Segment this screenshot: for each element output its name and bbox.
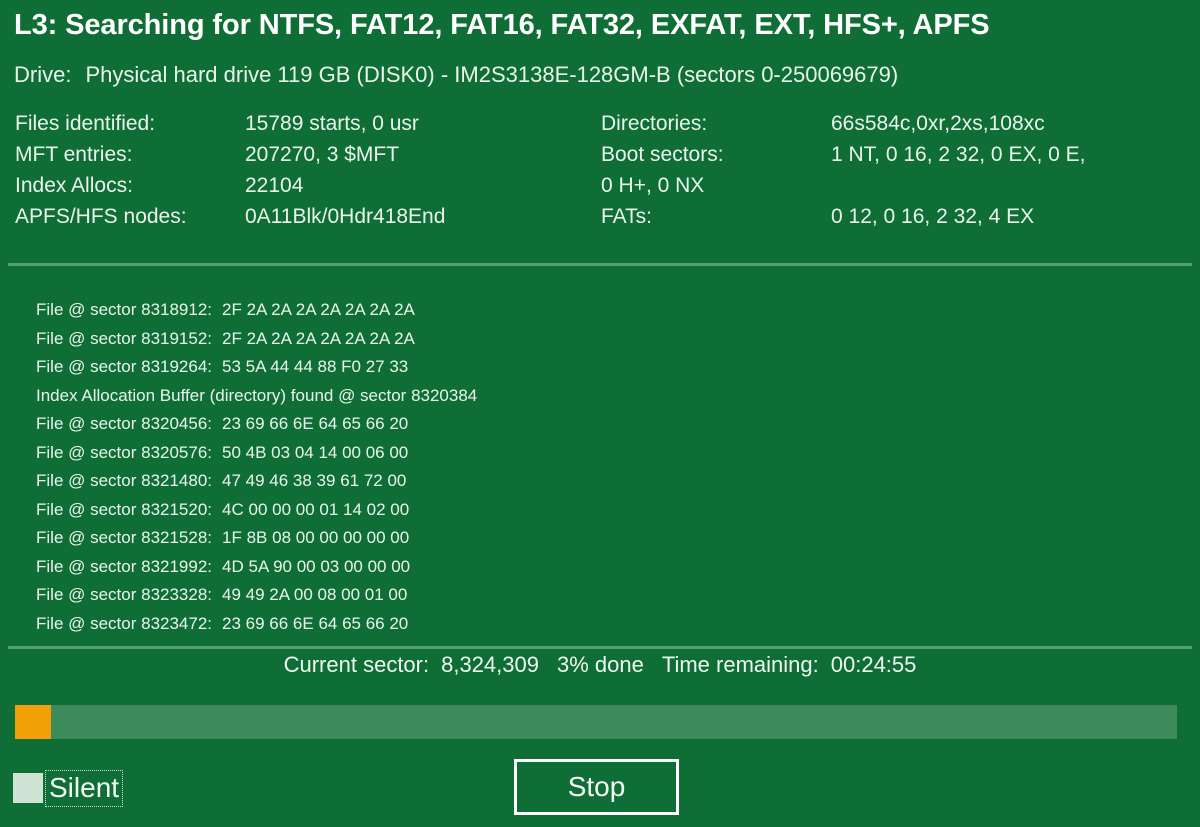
log-line: File @ sector 8320576:50 4B 03 04 14 00 … bbox=[36, 439, 1176, 468]
stat-value-index-allocs: 22104 bbox=[245, 170, 595, 201]
log-line-bytes: 23 69 66 6E 64 65 66 20 bbox=[212, 614, 408, 633]
checkbox-box-icon[interactable] bbox=[13, 773, 43, 803]
log-line-bytes: 53 5A 44 44 88 F0 27 33 bbox=[212, 357, 408, 376]
log-line-prefix: File @ sector 8321520: bbox=[36, 500, 212, 519]
log-line-prefix: File @ sector 8321992: bbox=[36, 557, 212, 576]
stat-label-mft-entries: MFT entries: bbox=[15, 139, 245, 170]
log-line-prefix: File @ sector 8319152: bbox=[36, 329, 212, 348]
progress-bar bbox=[15, 705, 1177, 739]
log-line: File @ sector 8321992:4D 5A 90 00 03 00 … bbox=[36, 553, 1176, 582]
log-line-bytes: 4C 00 00 00 01 14 02 00 bbox=[212, 500, 409, 519]
stat-value-boot-sectors-continued: 0 H+, 0 NX bbox=[601, 170, 704, 201]
log-line-prefix: File @ sector 8318912: bbox=[36, 300, 212, 319]
stat-label-fats: FATs: bbox=[601, 201, 831, 232]
log-line: File @ sector 8319264:53 5A 44 44 88 F0 … bbox=[36, 353, 1176, 382]
log-line-prefix: File @ sector 8321480: bbox=[36, 471, 212, 490]
stat-row-directories: Directories: 66s584c,0xr,2xs,108xc bbox=[601, 108, 1191, 139]
statistics-right-column: Directories: 66s584c,0xr,2xs,108xc Boot … bbox=[601, 108, 1191, 232]
log-line-prefix: File @ sector 8321528: bbox=[36, 528, 212, 547]
log-line-bytes: 4D 5A 90 00 03 00 00 00 bbox=[212, 557, 410, 576]
stat-value-boot-sectors: 1 NT, 0 16, 2 32, 0 EX, 0 E, bbox=[831, 139, 1191, 170]
log-line: File @ sector 8321480:47 49 46 38 39 61 … bbox=[36, 467, 1176, 496]
drive-value: Physical hard drive 119 GB (DISK0) - IM2… bbox=[71, 62, 898, 88]
log-line: File @ sector 8323472:23 69 66 6E 64 65 … bbox=[36, 610, 1176, 639]
status-current-sector-label: Current sector: bbox=[284, 652, 430, 678]
log-line-prefix: Index Allocation Buffer (directory) foun… bbox=[36, 386, 477, 405]
stop-button[interactable]: Stop bbox=[514, 759, 679, 815]
stat-label-directories: Directories: bbox=[601, 108, 831, 139]
status-percent-done: 3% done bbox=[539, 652, 644, 678]
log-line-bytes: 2F 2A 2A 2A 2A 2A 2A 2A bbox=[212, 300, 415, 319]
log-line-prefix: File @ sector 8320456: bbox=[36, 414, 212, 433]
stat-row-index-allocs: Index Allocs: 22104 bbox=[15, 170, 595, 201]
page-title: L3: Searching for NTFS, FAT12, FAT16, FA… bbox=[14, 9, 989, 42]
log-line-prefix: File @ sector 8320576: bbox=[36, 443, 212, 462]
stat-row-files-identified: Files identified: 15789 starts, 0 usr bbox=[15, 108, 595, 139]
log-line: File @ sector 8320456:23 69 66 6E 64 65 … bbox=[36, 410, 1176, 439]
log-line-bytes: 50 4B 03 04 14 00 06 00 bbox=[212, 443, 408, 462]
status-time-remaining-value: 00:24:55 bbox=[819, 652, 917, 678]
log-line: File @ sector 8319152:2F 2A 2A 2A 2A 2A … bbox=[36, 325, 1176, 354]
stat-label-index-allocs: Index Allocs: bbox=[15, 170, 245, 201]
log-line: File @ sector 8318912:2F 2A 2A 2A 2A 2A … bbox=[36, 296, 1176, 325]
stat-label-boot-sectors: Boot sectors: bbox=[601, 139, 831, 170]
log-line-bytes: 47 49 46 38 39 61 72 00 bbox=[212, 471, 406, 490]
drive-info-row: Drive:Physical hard drive 119 GB (DISK0)… bbox=[14, 62, 898, 88]
log-line-bytes: 1F 8B 08 00 00 00 00 00 bbox=[212, 528, 409, 547]
log-line-bytes: 2F 2A 2A 2A 2A 2A 2A 2A bbox=[212, 329, 415, 348]
stat-label-files-identified: Files identified: bbox=[15, 108, 245, 139]
stat-label-apfs-hfs-nodes: APFS/HFS nodes: bbox=[15, 201, 245, 232]
status-time-remaining-label: Time remaining: bbox=[644, 652, 819, 678]
stat-value-directories: 66s584c,0xr,2xs,108xc bbox=[831, 108, 1191, 139]
status-line: Current sector:8,324,3093% doneTime rema… bbox=[0, 652, 1200, 678]
log-line-prefix: File @ sector 8323328: bbox=[36, 585, 212, 604]
search-progress-window: L3: Searching for NTFS, FAT12, FAT16, FA… bbox=[0, 0, 1200, 827]
stat-value-mft-entries: 207270, 3 $MFT bbox=[245, 139, 595, 170]
statistics-panel: Files identified: 15789 starts, 0 usr MF… bbox=[0, 108, 1200, 256]
log-line-bytes: 23 69 66 6E 64 65 66 20 bbox=[212, 414, 408, 433]
statistics-left-column: Files identified: 15789 starts, 0 usr MF… bbox=[15, 108, 595, 232]
divider-above-log bbox=[8, 263, 1192, 266]
stat-row-apfs-hfs-nodes: APFS/HFS nodes: 0A11Blk/0Hdr418End bbox=[15, 201, 595, 232]
stat-value-apfs-hfs-nodes: 0A11Blk/0Hdr418End bbox=[245, 201, 595, 232]
log-line: File @ sector 8321520:4C 00 00 00 01 14 … bbox=[36, 496, 1176, 525]
stat-value-fats: 0 12, 0 16, 2 32, 4 EX bbox=[831, 201, 1191, 232]
log-line-prefix: File @ sector 8323472: bbox=[36, 614, 212, 633]
divider-below-log bbox=[8, 646, 1192, 649]
log-line-bytes bbox=[477, 386, 487, 405]
stat-value-files-identified: 15789 starts, 0 usr bbox=[245, 108, 595, 139]
scan-log-list[interactable]: File @ sector 8318912:2F 2A 2A 2A 2A 2A … bbox=[36, 296, 1176, 638]
stat-row-mft-entries: MFT entries: 207270, 3 $MFT bbox=[15, 139, 595, 170]
log-line-bytes: 49 49 2A 00 08 00 01 00 bbox=[212, 585, 407, 604]
silent-checkbox-label: Silent bbox=[49, 772, 119, 803]
log-line: File @ sector 8323328:49 49 2A 00 08 00 … bbox=[36, 581, 1176, 610]
log-line-prefix: File @ sector 8319264: bbox=[36, 357, 212, 376]
silent-label-focus-ring: Silent bbox=[46, 771, 122, 806]
silent-checkbox[interactable]: Silent bbox=[13, 768, 122, 808]
log-line: Index Allocation Buffer (directory) foun… bbox=[36, 382, 1176, 411]
progress-bar-fill bbox=[15, 705, 51, 739]
stat-row-fats: FATs: 0 12, 0 16, 2 32, 4 EX bbox=[601, 201, 1191, 232]
stat-row-boot-sectors-continued: 0 H+, 0 NX bbox=[601, 170, 1191, 201]
drive-label: Drive: bbox=[14, 62, 71, 88]
stat-row-boot-sectors: Boot sectors: 1 NT, 0 16, 2 32, 0 EX, 0 … bbox=[601, 139, 1191, 170]
log-line: File @ sector 8321528:1F 8B 08 00 00 00 … bbox=[36, 524, 1176, 553]
status-current-sector-value: 8,324,309 bbox=[429, 652, 539, 678]
